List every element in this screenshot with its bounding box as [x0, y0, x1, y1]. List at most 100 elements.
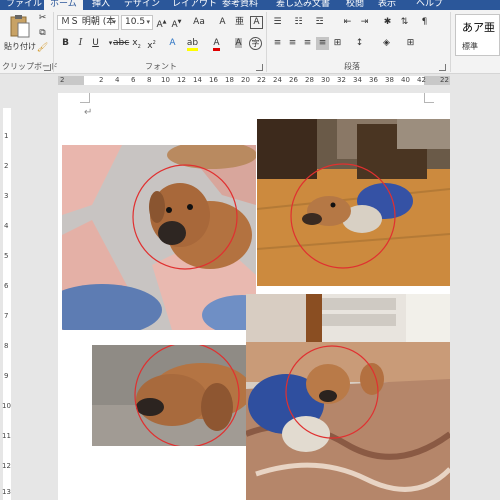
- font-size-combo[interactable]: 10.5 ▾: [121, 15, 153, 30]
- italic-icon[interactable]: I: [74, 37, 87, 50]
- change-case-icon[interactable]: Aa: [190, 16, 208, 29]
- strikethrough-icon[interactable]: abc: [113, 37, 129, 50]
- numbering-icon[interactable]: ☷: [292, 16, 305, 29]
- document-page[interactable]: ↵: [58, 93, 450, 500]
- chevron-down-icon: ▾: [112, 18, 116, 26]
- superscript-icon[interactable]: x2: [145, 37, 158, 51]
- dog-photo-1[interactable]: [62, 145, 256, 330]
- format-painter-icon[interactable]: 🖌: [36, 42, 49, 55]
- ruler-number: 6: [131, 76, 136, 84]
- ruler-number: 36: [369, 76, 378, 84]
- ruler-number: 18: [225, 76, 234, 84]
- font-launcher[interactable]: [256, 64, 263, 71]
- ruler-number: 20: [241, 76, 250, 84]
- clipboard-launcher[interactable]: [44, 64, 51, 71]
- shrink-font-icon[interactable]: A▼: [170, 16, 183, 30]
- paste-label: 貼り付け: [4, 42, 36, 51]
- ruler-number: 7: [4, 312, 9, 320]
- style-name: 標準: [462, 42, 478, 51]
- vertical-ruler[interactable]: 1 2 3 4 5 6 7 8 9 10 11 12 13: [0, 88, 14, 500]
- line-spacing-icon[interactable]: ↕: [353, 37, 366, 50]
- shading-icon[interactable]: ◈: [380, 37, 393, 50]
- dog-photo-4-image: [246, 294, 450, 500]
- ruler-number: 14: [193, 76, 202, 84]
- ruler-number: 16: [209, 76, 218, 84]
- clear-format-icon[interactable]: A: [216, 16, 229, 29]
- tab-layout[interactable]: レイアウト: [172, 0, 217, 10]
- grow-font-icon[interactable]: A▲: [155, 16, 168, 30]
- tab-mailings[interactable]: 差し込み文書: [276, 0, 330, 10]
- decrease-indent-icon[interactable]: ⇤: [341, 16, 354, 29]
- margin-corner-mark: [424, 93, 434, 103]
- ruler-number: 10: [2, 402, 11, 410]
- font-name-combo[interactable]: ＭＳ 明朝 (本 ▾: [57, 15, 119, 30]
- ruler-number: 6: [4, 282, 9, 290]
- align-center-icon[interactable]: ≡: [286, 37, 299, 50]
- copy-icon[interactable]: ⧉: [36, 27, 49, 40]
- align-left-icon[interactable]: ≡: [271, 37, 284, 50]
- underline-icon[interactable]: U: [89, 37, 102, 50]
- font-size-value: 10.5: [125, 17, 146, 27]
- dog-photo-3-image: [92, 345, 246, 446]
- paste-button[interactable]: 貼り付け: [4, 14, 36, 56]
- ruler-number: 26: [289, 76, 298, 84]
- tab-file[interactable]: ファイル: [6, 0, 42, 10]
- ruler-number: 28: [305, 76, 314, 84]
- ruler-number: 9: [4, 372, 9, 380]
- show-marks-icon[interactable]: ¶: [418, 16, 431, 29]
- cut-icon[interactable]: ✂: [36, 12, 49, 25]
- borders-icon[interactable]: ⊞: [404, 37, 417, 50]
- phonetic-guide-icon[interactable]: 亜: [233, 16, 246, 29]
- char-border-icon[interactable]: A: [250, 16, 263, 29]
- highlight-icon[interactable]: ab: [186, 37, 199, 51]
- ribbon: 貼り付け ✂ ⧉ 🖌 クリップボード ＭＳ 明朝 (本 ▾ 10.5 ▾ A▲ A▼…: [0, 10, 500, 74]
- tab-insert[interactable]: 挿入: [92, 0, 110, 10]
- ruler-number: 3: [4, 192, 9, 200]
- bold-icon[interactable]: B: [59, 37, 72, 50]
- sort-icon[interactable]: ⇅: [398, 16, 411, 29]
- tab-references[interactable]: 参考資料: [222, 0, 258, 10]
- tab-view[interactable]: 表示: [378, 0, 396, 10]
- ruler-number: 2: [4, 162, 9, 170]
- dog-photo-2[interactable]: [257, 119, 450, 286]
- increase-indent-icon[interactable]: ⇥: [358, 16, 371, 29]
- style-sample: あア亜: [462, 21, 495, 34]
- tab-help[interactable]: ヘルプ: [416, 0, 443, 10]
- ruler-number: 4: [115, 76, 120, 84]
- ruler-number: 10: [161, 76, 170, 84]
- paragraph-mark: ↵: [84, 107, 93, 118]
- ruler-number: 11: [2, 432, 11, 440]
- tab-home[interactable]: ホーム: [44, 0, 83, 10]
- distributed-icon[interactable]: ⊞: [331, 37, 344, 50]
- tab-review[interactable]: 校閲: [346, 0, 364, 10]
- enclose-char-icon[interactable]: 字: [249, 37, 262, 50]
- style-normal[interactable]: あア亜 標準: [455, 14, 500, 56]
- font-color-icon[interactable]: A: [210, 37, 223, 51]
- ruler-number: 2: [60, 76, 65, 84]
- horizontal-ruler[interactable]: 2 2 4 6 8 10 12 14 16 18 20 22 24 26 28 …: [0, 74, 500, 88]
- text-effects-icon[interactable]: A: [166, 37, 179, 50]
- ruler-number: 40: [401, 76, 410, 84]
- dog-photo-3[interactable]: [92, 345, 246, 446]
- ruler-number: 12: [177, 76, 186, 84]
- ruler-number: 4: [4, 222, 9, 230]
- justify-icon[interactable]: ≡: [316, 37, 329, 50]
- asian-layout-icon[interactable]: ✱: [381, 16, 394, 29]
- bullets-icon[interactable]: ☰: [271, 16, 284, 29]
- dog-photo-4[interactable]: [246, 294, 450, 500]
- ruler-number: 22: [440, 76, 449, 84]
- tab-design[interactable]: デザイン: [124, 0, 160, 10]
- dog-photo-2-image: [257, 119, 450, 286]
- paragraph-launcher[interactable]: [439, 64, 446, 71]
- paragraph-group-label: 段落: [344, 62, 360, 71]
- multilevel-list-icon[interactable]: ☲: [313, 16, 326, 29]
- ruler-number: 30: [321, 76, 330, 84]
- char-shading-icon[interactable]: A: [232, 37, 245, 50]
- subscript-icon[interactable]: x2: [130, 37, 143, 50]
- align-right-icon[interactable]: ≡: [301, 37, 314, 50]
- ruler-number: 22: [257, 76, 266, 84]
- font-name-value: ＭＳ 明朝 (本: [61, 17, 116, 27]
- ruler-number: 13: [2, 488, 11, 496]
- ruler-number: 1: [4, 132, 9, 140]
- dog-photo-1-image: [62, 145, 256, 330]
